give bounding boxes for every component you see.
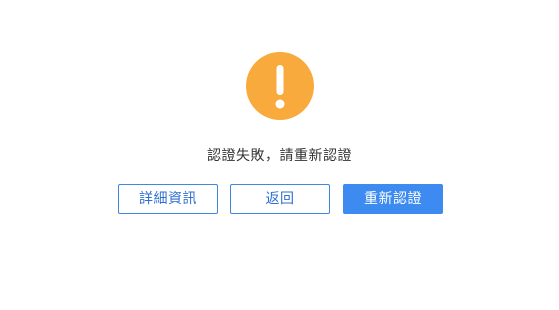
reauthenticate-button[interactable]: 重新認證 [343,184,443,214]
auth-failed-page: 認證失敗，請重新認證 詳細資訊 返回 重新認證 [0,0,559,310]
status-message: 認證失敗，請重新認證 [207,148,352,164]
back-button[interactable]: 返回 [230,184,330,214]
details-button[interactable]: 詳細資訊 [118,184,218,214]
warning-icon [246,52,314,120]
